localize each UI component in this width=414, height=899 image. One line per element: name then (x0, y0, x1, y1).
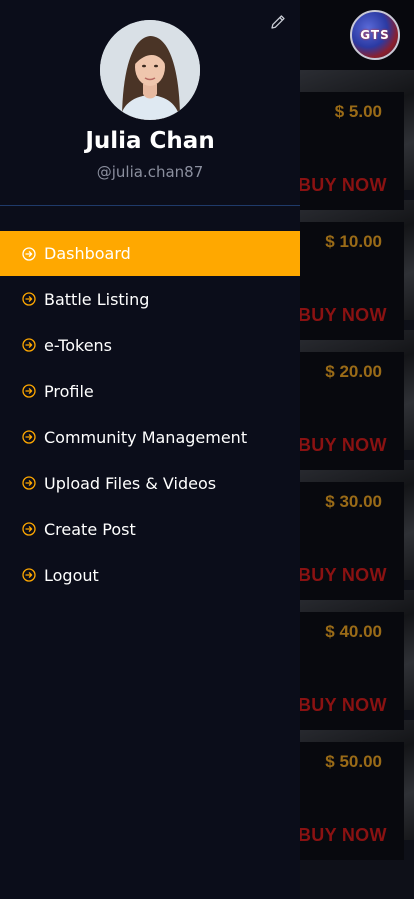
profile-name: Julia Chan (85, 128, 215, 154)
token-card[interactable]: $ 5.00 BUY NOW (290, 92, 404, 210)
buy-now-button[interactable]: BUY NOW (298, 175, 387, 196)
divider (0, 205, 300, 206)
buy-now-button[interactable]: BUY NOW (298, 565, 387, 586)
menu-item-profile[interactable]: Profile (0, 368, 300, 414)
menu-item-battle-listing[interactable]: Battle Listing (0, 276, 300, 322)
menu-item-label: Community Management (44, 427, 248, 447)
app-logo[interactable]: GTS (350, 10, 400, 60)
token-price: $ 50.00 (325, 752, 382, 771)
token-card[interactable]: $ 20.00 BUY NOW (290, 352, 404, 470)
buy-now-button[interactable]: BUY NOW (298, 695, 387, 716)
menu-item-label: Logout (44, 565, 99, 585)
token-card[interactable]: $ 10.00 BUY NOW (290, 222, 404, 340)
arrow-circle-right-icon (22, 568, 36, 582)
arrow-circle-right-icon (22, 384, 36, 398)
menu-item-label: Battle Listing (44, 289, 150, 309)
menu-item-label: e-Tokens (44, 335, 113, 355)
arrow-circle-right-icon (22, 476, 36, 490)
arrow-circle-right-icon (22, 522, 36, 536)
token-card[interactable]: $ 30.00 BUY NOW (290, 482, 404, 600)
navigation-drawer: Julia Chan @julia.chan87 Dashboard Battl… (0, 0, 300, 899)
menu-item-dashboard[interactable]: Dashboard (0, 231, 300, 276)
avatar[interactable] (100, 20, 200, 120)
menu-item-label: Dashboard (44, 244, 131, 263)
logo-text: GTS (360, 28, 390, 42)
menu-item-label: Create Post (44, 519, 136, 539)
drawer-menu: Dashboard Battle Listing e-Tokens Profil… (0, 231, 300, 598)
menu-item-upload-files-videos[interactable]: Upload Files & Videos (0, 460, 300, 506)
profile-handle: @julia.chan87 (96, 163, 204, 181)
menu-item-label: Profile (44, 381, 94, 401)
menu-item-community-management[interactable]: Community Management (0, 414, 300, 460)
menu-item-logout[interactable]: Logout (0, 552, 300, 598)
arrow-circle-right-icon (22, 292, 36, 306)
token-price: $ 40.00 (325, 622, 382, 641)
buy-now-button[interactable]: BUY NOW (298, 435, 387, 456)
buy-now-button[interactable]: BUY NOW (298, 305, 387, 326)
arrow-circle-right-icon (22, 430, 36, 444)
menu-item-create-post[interactable]: Create Post (0, 506, 300, 552)
pencil-icon[interactable] (268, 12, 288, 32)
token-card[interactable]: $ 50.00 BUY NOW (290, 742, 404, 860)
token-price: $ 5.00 (334, 102, 382, 121)
token-card[interactable]: $ 40.00 BUY NOW (290, 612, 404, 730)
token-price: $ 30.00 (325, 492, 382, 511)
menu-item-e-tokens[interactable]: e-Tokens (0, 322, 300, 368)
arrow-circle-right-icon (22, 338, 36, 352)
token-price: $ 10.00 (325, 232, 382, 251)
buy-now-button[interactable]: BUY NOW (298, 825, 387, 846)
token-price: $ 20.00 (325, 362, 382, 381)
profile-photo (100, 20, 200, 120)
arrow-circle-right-icon (22, 246, 36, 261)
menu-item-label: Upload Files & Videos (44, 473, 217, 493)
